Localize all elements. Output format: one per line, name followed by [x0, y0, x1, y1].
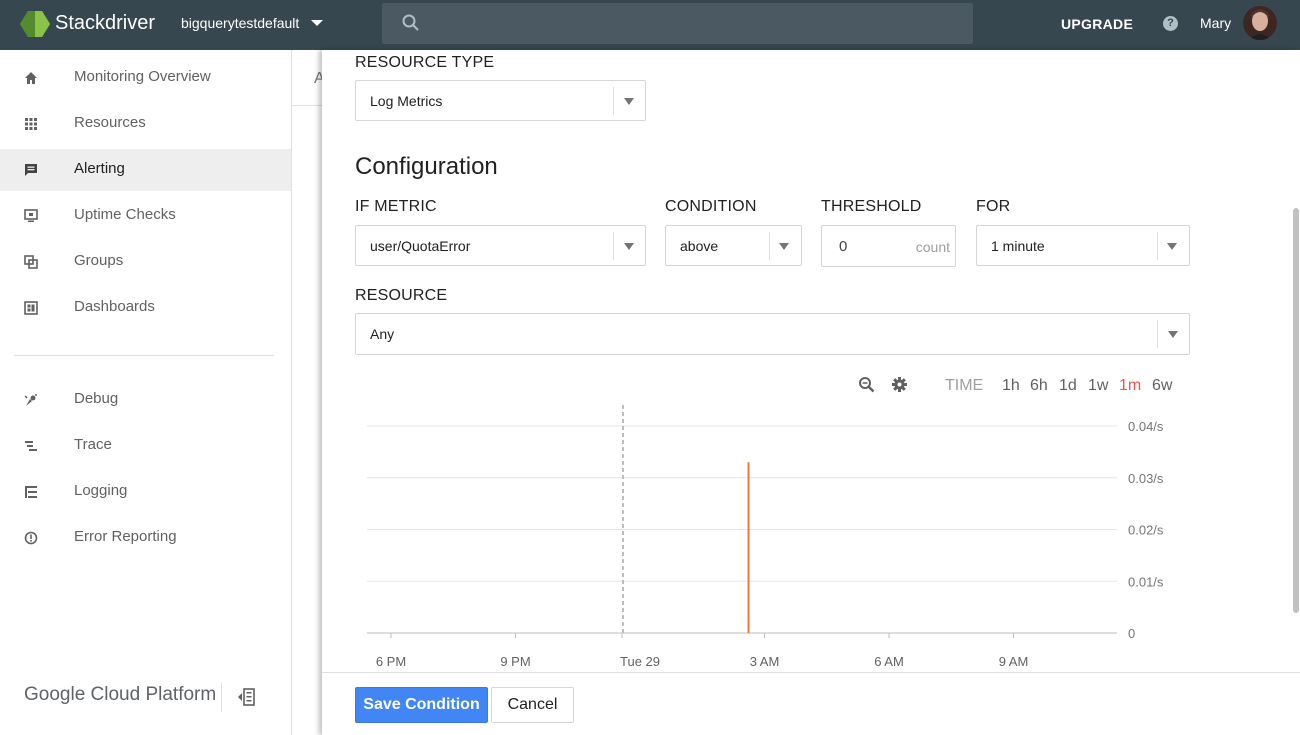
sidebar-item-uptime-checks[interactable]: Uptime Checks: [0, 195, 291, 237]
upgrade-button[interactable]: UPGRADE: [1061, 16, 1133, 32]
sidebar: Monitoring Overview Resources Alerting U…: [0, 50, 292, 735]
debug-icon: [24, 394, 37, 406]
condition-panel: RESOURCE TYPE Log Metrics Configuration …: [322, 50, 1300, 735]
footer-divider: [322, 672, 1300, 673]
help-icon[interactable]: ?: [1163, 16, 1178, 31]
save-condition-button[interactable]: Save Condition: [355, 687, 488, 723]
groups-icon: [24, 255, 38, 269]
cancel-button[interactable]: Cancel: [491, 687, 574, 723]
home-icon: [25, 72, 37, 84]
sidebar-item-resources[interactable]: Resources: [0, 103, 291, 145]
error-reporting-icon: [24, 531, 38, 545]
y-tick-label: 0.02/s: [1128, 523, 1164, 538]
sidebar-item-monitoring-overview[interactable]: Monitoring Overview: [0, 57, 291, 99]
x-tick-label: 9 PM: [500, 654, 530, 669]
x-tick-label: Tue 29: [620, 654, 660, 669]
y-tick-label: 0: [1128, 626, 1135, 641]
sidebar-item-label: Alerting: [74, 160, 125, 177]
footer-divider: [221, 682, 222, 712]
y-tick-label: 0.03/s: [1128, 471, 1164, 486]
sidebar-item-label: Resources: [74, 114, 146, 131]
scrollbar[interactable]: [1293, 208, 1299, 613]
sidebar-item-label: Dashboards: [74, 298, 155, 315]
sidebar-item-label: Trace: [74, 436, 112, 453]
x-tick-label: 9 AM: [999, 654, 1029, 669]
sidebar-divider: [14, 355, 274, 356]
grid-icon: [25, 118, 37, 130]
sidebar-item-label: Groups: [74, 252, 124, 269]
monitor-icon: [24, 209, 38, 222]
sidebar-item-label: Error Reporting: [74, 528, 177, 545]
x-tick-label: 6 AM: [874, 654, 904, 669]
stackdriver-logo-icon[interactable]: [20, 11, 50, 37]
chevron-down-icon[interactable]: [311, 20, 323, 26]
avatar[interactable]: [1243, 6, 1277, 40]
search-input[interactable]: [382, 3, 973, 44]
alert-chat-icon: [25, 164, 37, 176]
search-icon: [402, 14, 419, 31]
x-tick-label: 3 AM: [750, 654, 780, 669]
sidebar-item-label: Debug: [74, 390, 119, 407]
google-cloud-platform-logo[interactable]: Google Cloud Platform: [24, 684, 216, 706]
sidebar-item-trace[interactable]: Trace: [0, 425, 291, 467]
sidebar-item-label: Logging: [74, 482, 128, 499]
trace-icon: [25, 441, 37, 451]
brand-name[interactable]: Stackdriver: [55, 12, 155, 35]
sidebar-item-alerting[interactable]: Alerting: [0, 149, 291, 191]
metric-chart: 0.04/s 0.03/s 0.02/s 0.01/s 0 6 PM 9 PM Tue 29…: [367, 405, 1164, 669]
sidebar-item-error-reporting[interactable]: Error Reporting: [0, 517, 291, 559]
top-bar: Stackdriver bigquerytestdefault UPGRADE …: [0, 0, 1300, 50]
sidebar-item-debug[interactable]: Debug: [0, 379, 291, 421]
project-selector[interactable]: bigquerytestdefault: [181, 15, 299, 31]
sidebar-item-dashboards[interactable]: Dashboards: [0, 287, 291, 329]
sidebar-item-label: Uptime Checks: [74, 206, 176, 223]
x-tick-label: 6 PM: [376, 654, 406, 669]
sidebar-item-logging[interactable]: Logging: [0, 471, 291, 513]
y-tick-label: 0.04/s: [1128, 419, 1164, 434]
collapse-sidebar-icon[interactable]: [236, 687, 256, 707]
y-tick-label: 0.01/s: [1128, 574, 1164, 589]
logging-icon: [25, 486, 37, 498]
dashboard-icon: [24, 301, 38, 315]
user-name[interactable]: Mary: [1200, 15, 1231, 31]
sidebar-item-groups[interactable]: Groups: [0, 241, 291, 283]
sidebar-item-label: Monitoring Overview: [74, 68, 211, 85]
